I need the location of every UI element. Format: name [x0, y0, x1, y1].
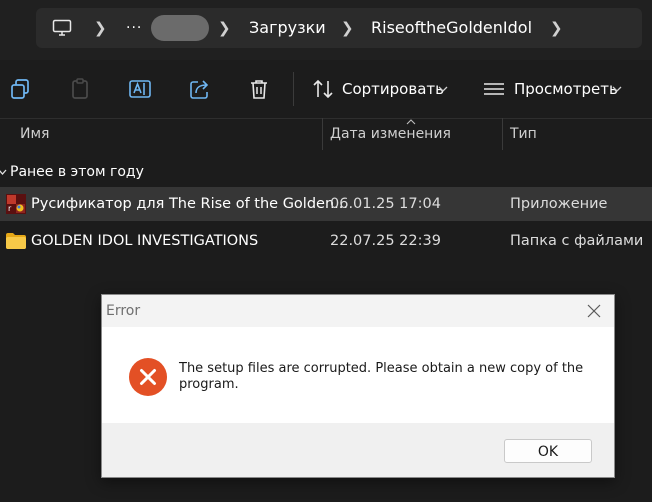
file-date: 22.07.25 22:39 [330, 233, 441, 249]
file-row[interactable]: r Русификатор для The Rise of the Golden… [0, 187, 652, 221]
column-header-name[interactable]: Имя [20, 118, 49, 152]
file-date: 06.01.25 17:04 [330, 196, 441, 212]
column-header-date[interactable]: Дата изменения [330, 118, 451, 152]
command-bar: Сортировать Просмотреть [0, 60, 652, 119]
app-icon: r [6, 194, 26, 214]
share-icon[interactable] [188, 77, 212, 101]
sort-icon [313, 79, 333, 99]
breadcrumb[interactable]: ❯ ··· ❯ Загрузки ❯ RiseoftheGoldenIdol ❯ [36, 8, 642, 48]
chevron-down-icon [0, 169, 7, 175]
breadcrumb-more[interactable]: ··· [126, 8, 142, 48]
chevron-right-icon: ❯ [341, 19, 354, 37]
file-type: Приложение [510, 196, 608, 212]
this-pc-icon[interactable] [52, 18, 72, 38]
ok-button[interactable]: OK [504, 439, 592, 463]
breadcrumb-item-folder[interactable]: RiseoftheGoldenIdol [371, 8, 532, 48]
delete-icon[interactable] [247, 77, 271, 101]
view-label: Просмотреть [514, 80, 618, 98]
dialog-title-bar[interactable]: Error [102, 295, 614, 327]
copy-icon[interactable] [8, 77, 32, 101]
chevron-down-icon [612, 86, 622, 92]
file-type: Папка с файлами [510, 233, 644, 249]
chevron-right-icon: ❯ [94, 19, 107, 37]
error-icon [129, 358, 167, 396]
sort-label: Сортировать [342, 80, 444, 98]
view-icon [484, 83, 504, 95]
chevron-right-icon[interactable]: ❯ [550, 8, 563, 48]
file-name: Русификатор для The Rise of the Golden..… [31, 196, 348, 212]
paste-icon[interactable] [68, 77, 92, 101]
column-divider[interactable] [502, 118, 503, 150]
breadcrumb-item-downloads[interactable]: Загрузки [249, 8, 326, 48]
chevron-right-icon: ❯ [218, 19, 231, 37]
folder-icon [6, 233, 26, 249]
breadcrumb-blurred-item [151, 15, 209, 41]
close-icon[interactable] [586, 303, 602, 319]
rename-icon[interactable] [128, 77, 152, 101]
dialog-title: Error [106, 303, 141, 319]
file-row[interactable]: GOLDEN IDOL INVESTIGATIONS 22.07.25 22:3… [0, 224, 652, 258]
toolbar-divider [293, 72, 294, 106]
error-dialog: Error The setup files are corrupted. Ple… [101, 294, 615, 478]
column-divider[interactable] [322, 118, 323, 150]
chevron-down-icon [438, 86, 448, 92]
dialog-message: The setup files are corrupted. Please ob… [179, 361, 584, 392]
group-label: Ранее в этом году [10, 164, 144, 180]
address-bar: ❯ ··· ❯ Загрузки ❯ RiseoftheGoldenIdol ❯ [0, 0, 652, 60]
column-header-type[interactable]: Тип [510, 118, 537, 152]
file-name: GOLDEN IDOL INVESTIGATIONS [31, 233, 259, 249]
